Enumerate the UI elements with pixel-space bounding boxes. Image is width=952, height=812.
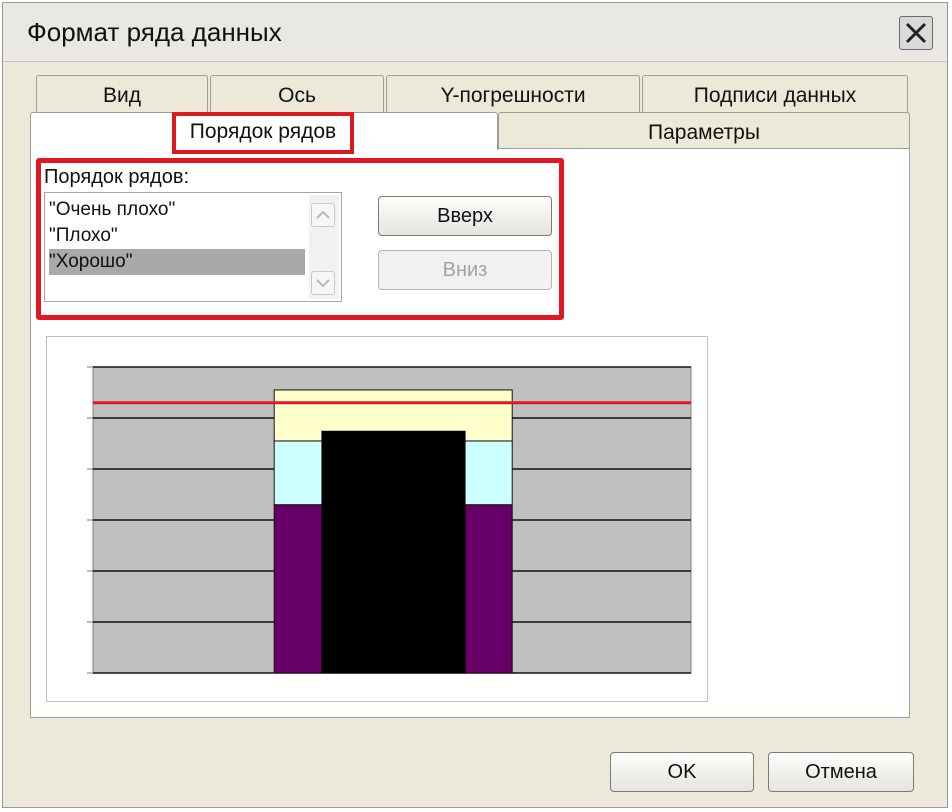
tab-series-order[interactable]: Порядок рядов — [172, 112, 354, 154]
dialog-title: Формат ряда данных — [27, 17, 282, 47]
tab-view[interactable]: Вид — [36, 75, 208, 113]
scroll-up-arrow-icon — [316, 210, 330, 219]
series-order-list[interactable]: "Очень плохо" "Плохо" "Хорошо" — [44, 192, 342, 302]
ok-button[interactable]: OK — [610, 752, 754, 792]
tab-y-error-bars[interactable]: Y-погрешности — [386, 75, 640, 113]
chart-svg — [87, 366, 692, 674]
list-item[interactable]: "Очень плохо" — [49, 197, 175, 223]
close-button[interactable] — [899, 16, 933, 50]
tab-axis[interactable]: Ось — [210, 75, 384, 113]
scroll-down-arrow-icon — [316, 279, 330, 288]
chart-preview — [46, 336, 708, 702]
list-scrollbar[interactable] — [309, 195, 339, 299]
overlay-bar — [321, 430, 466, 673]
list-item[interactable]: "Плохо" — [49, 223, 118, 249]
scroll-down-button[interactable] — [311, 271, 335, 295]
move-up-button[interactable]: Вверх — [378, 196, 552, 236]
tab-data-labels[interactable]: Подписи данных — [642, 75, 908, 113]
cancel-button[interactable]: Отмена — [768, 752, 914, 792]
title-bar: Формат ряда данных — [3, 3, 947, 62]
tab-series-order-label: Порядок рядов — [189, 120, 337, 143]
close-icon — [905, 22, 927, 44]
list-item-selected[interactable]: "Хорошо" — [49, 249, 305, 275]
scroll-up-button[interactable] — [311, 203, 335, 227]
move-down-button[interactable]: Вниз — [378, 250, 552, 290]
series-order-label: Порядок рядов: — [44, 166, 190, 188]
tab-options[interactable]: Параметры — [498, 112, 910, 150]
